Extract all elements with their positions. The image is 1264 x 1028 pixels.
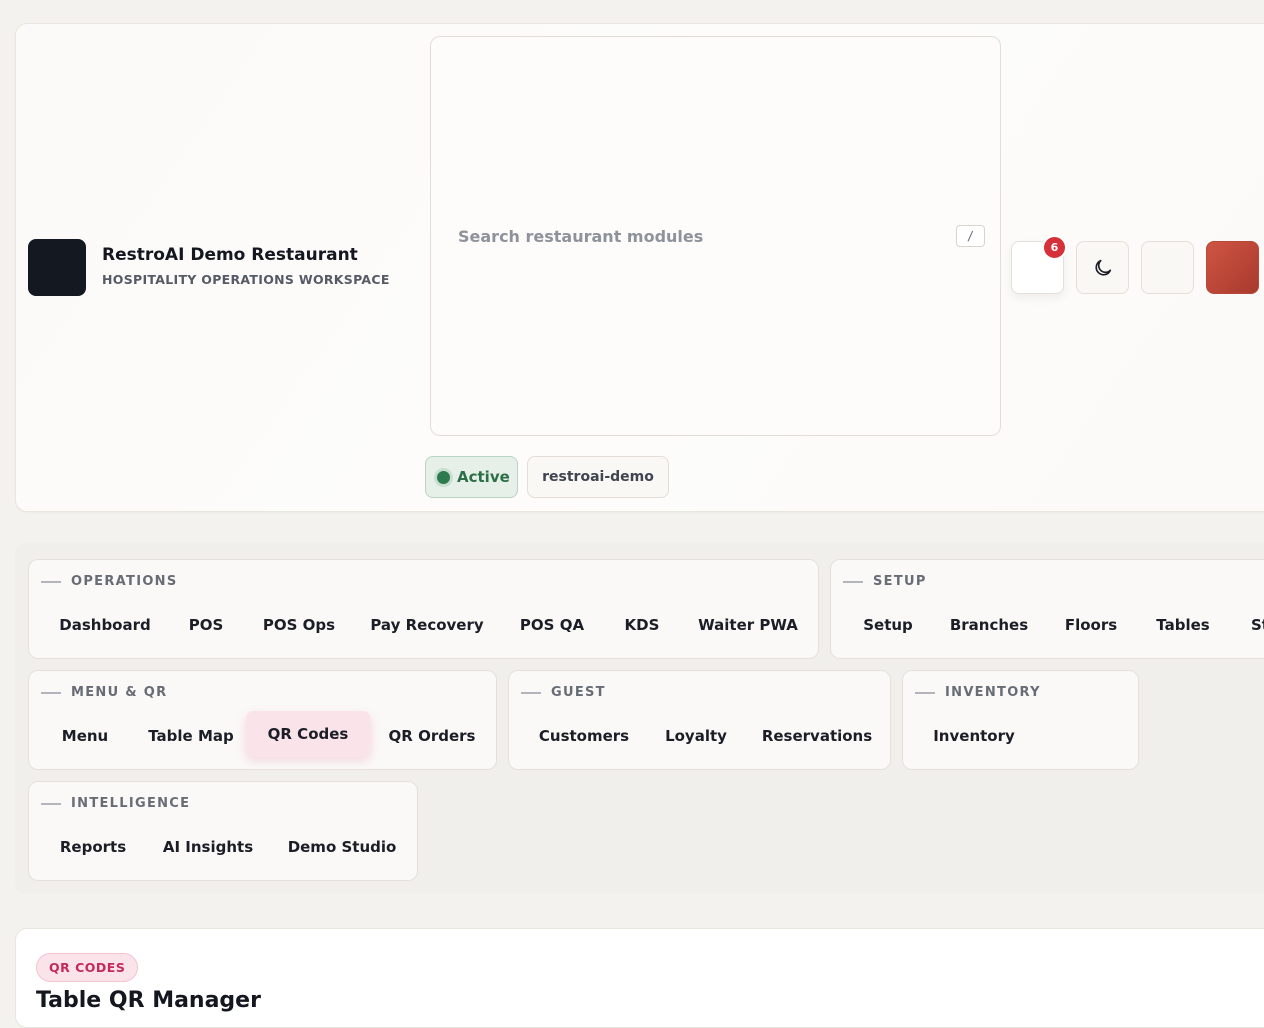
page-title: Table QR Manager [36,988,261,1013]
nav-group-title: OPERATIONS [71,574,178,589]
nav-link-qr-orders[interactable]: QR Orders [389,727,476,745]
nav-group-menu-qr: MENU & QR Menu Table Map QR Codes QR Ord… [28,670,497,770]
nav-group-heading: OPERATIONS [41,574,178,589]
nav-link-dashboard[interactable]: Dashboard [59,616,150,634]
nav-group-title: SETUP [873,574,927,589]
module-search-input[interactable]: Search restaurant modules / [430,36,1001,436]
main-content-card [15,928,1264,1028]
restaurant-name: RestroAI Demo Restaurant [102,245,358,265]
nav-link-loyalty[interactable]: Loyalty [665,727,727,745]
nav-link-reports[interactable]: Reports [60,838,126,856]
nav-link-kds[interactable]: KDS [625,616,660,634]
heading-dash [41,802,61,805]
nav-group-setup: SETUP Setup Branches Floors Tables Staff [830,559,1264,659]
nav-group-title: INVENTORY [945,685,1041,700]
nav-link-menu[interactable]: Menu [62,727,108,745]
nav-link-setup[interactable]: Setup [863,616,913,634]
nav-link-inventory[interactable]: Inventory [933,727,1015,745]
user-avatar-button[interactable] [1206,241,1259,294]
nav-group-heading: GUEST [521,685,606,700]
nav-link-qr-codes[interactable]: QR Codes [245,711,371,757]
section-badge: QR CODES [36,953,139,982]
nav-link-reservations[interactable]: Reservations [762,727,872,745]
workspace-subtitle: HOSPITALITY OPERATIONS WORKSPACE [102,272,390,287]
heading-dash [843,580,863,583]
tenant-slug: restroai-demo [527,456,669,498]
restaurant-logo[interactable] [28,239,86,296]
nav-link-customers[interactable]: Customers [539,727,629,745]
nav-group-intelligence: INTELLIGENCE Reports AI Insights Demo St… [28,781,418,881]
theme-toggle-button[interactable] [1076,241,1129,294]
nav-group-inventory: INVENTORY Inventory [902,670,1139,770]
nav-link-staff[interactable]: Staff [1251,616,1264,634]
nav-link-floors[interactable]: Floors [1065,616,1117,634]
heading-dash [915,691,935,694]
status-badge: Active [425,456,518,498]
nav-link-pos-qa[interactable]: POS QA [520,616,584,634]
notification-count-badge: 6 [1042,235,1067,260]
nav-link-tables[interactable]: Tables [1156,616,1209,634]
nav-group-heading: MENU & QR [41,685,167,700]
heading-dash [521,691,541,694]
nav-group-operations: OPERATIONS Dashboard POS POS Ops Pay Rec… [28,559,819,659]
nav-group-title: MENU & QR [71,685,168,700]
moon-icon [1094,259,1111,276]
settings-button[interactable] [1141,241,1194,294]
nav-link-waiter-pwa[interactable]: Waiter PWA [698,616,798,634]
nav-link-pos-ops[interactable]: POS Ops [263,616,335,634]
search-shortcut-key: / [956,225,985,247]
nav-group-heading: INVENTORY [915,685,1041,700]
status-label: Active [457,468,510,486]
nav-group-title: GUEST [551,685,606,700]
heading-dash [41,691,61,694]
nav-link-branches[interactable]: Branches [950,616,1028,634]
heading-dash [41,580,61,583]
nav-link-demo-studio[interactable]: Demo Studio [288,838,397,856]
nav-group-guest: GUEST Customers Loyalty Reservations [508,670,891,770]
nav-link-pay-recovery[interactable]: Pay Recovery [370,616,483,634]
nav-link-ai-insights[interactable]: AI Insights [163,838,253,856]
nav-group-title: INTELLIGENCE [71,796,191,811]
nav-group-heading: INTELLIGENCE [41,796,190,811]
nav-link-pos[interactable]: POS [189,616,224,634]
search-placeholder: Search restaurant modules [458,227,704,246]
status-dot-icon [437,470,450,484]
nav-link-table-map[interactable]: Table Map [148,727,233,745]
nav-group-heading: SETUP [843,574,927,589]
